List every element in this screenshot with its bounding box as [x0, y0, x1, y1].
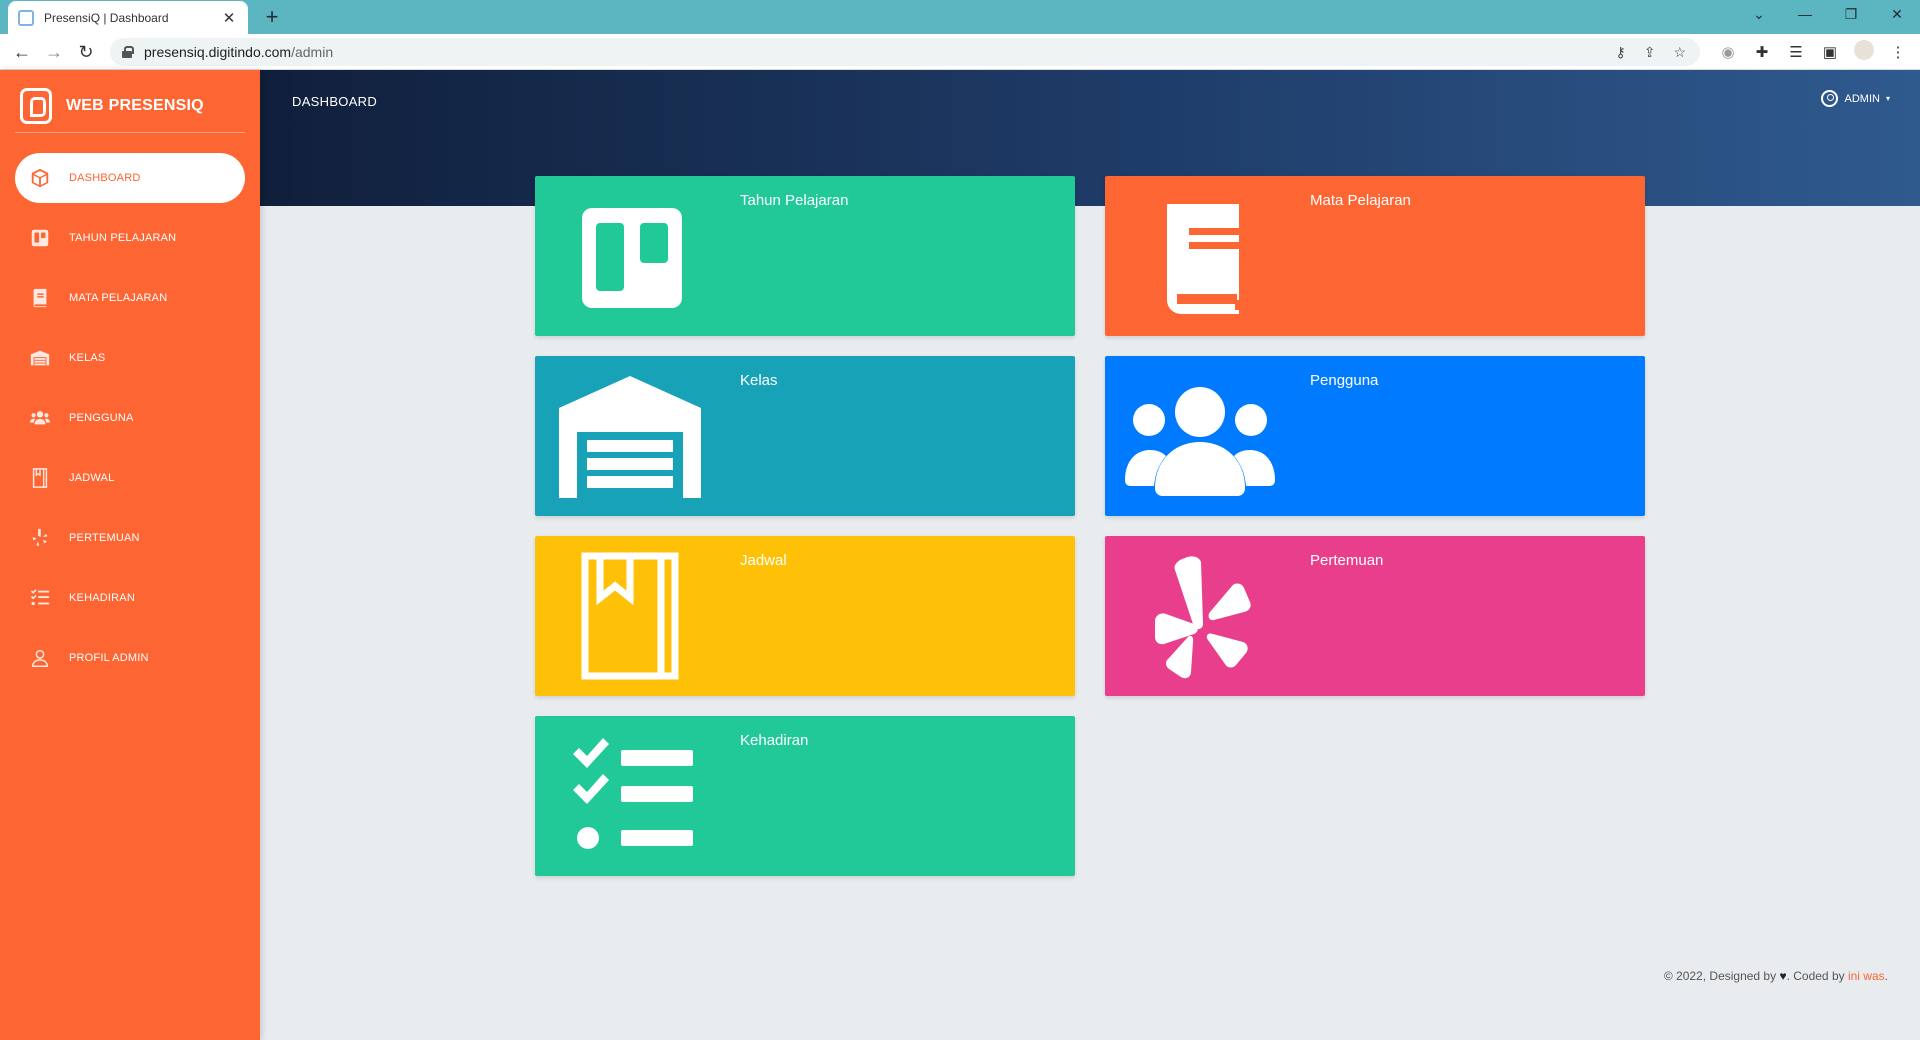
- sidebar-item-label: PERTEMUAN: [69, 532, 140, 544]
- user-menu[interactable]: ADMIN ▾: [1820, 90, 1890, 107]
- sidebar-item-label: PROFIL ADMIN: [69, 652, 149, 664]
- sidebar-item-mata-pelajaran[interactable]: MATA PELAJARAN: [15, 273, 245, 323]
- card-title: Kehadiran: [740, 732, 809, 749]
- card-pengguna[interactable]: Pengguna: [1105, 356, 1645, 516]
- tasks-icon: [555, 730, 705, 862]
- heart-icon: ♥: [1779, 969, 1787, 983]
- sidebar-item-profil-admin[interactable]: PROFIL ADMIN: [15, 633, 245, 683]
- sidebar-item-tahun-pelajaran[interactable]: TAHUN PELAJARAN: [15, 213, 245, 263]
- back-icon[interactable]: ←: [8, 38, 36, 66]
- extension-icons: ◉ ✚ ☰ ▣ ⋮: [1718, 38, 1908, 66]
- card-jadwal[interactable]: Jadwal: [535, 536, 1075, 696]
- footer-text: . Coded by: [1786, 969, 1845, 983]
- chevron-down-icon: ▾: [1885, 94, 1890, 103]
- trello-icon: [29, 227, 51, 249]
- cube-icon: [29, 167, 51, 189]
- browser-toolbar: ← → ↻ presensiq.digitindo.com/admin ⚷ ⇪ …: [0, 34, 1920, 70]
- card-title: Pengguna: [1310, 372, 1379, 389]
- tab-close-icon[interactable]: ✕: [220, 9, 238, 27]
- sidebar: WEB PRESENSIQ DASHBOARD TAHUN PELAJARAN …: [0, 70, 260, 1040]
- sidebar-item-kehadiran[interactable]: KEHADIRAN: [15, 573, 245, 623]
- brand-name: WEB PRESENSIQ: [66, 97, 204, 114]
- user-circle-icon: [1820, 90, 1838, 107]
- brand[interactable]: WEB PRESENSIQ: [20, 84, 204, 128]
- tasks-icon: [29, 587, 51, 609]
- sidebar-item-label: JADWAL: [69, 472, 115, 484]
- star-icon[interactable]: ☆: [1673, 44, 1686, 61]
- sidebar-item-pengguna[interactable]: PENGGUNA: [15, 393, 245, 443]
- users-icon: [1125, 370, 1275, 502]
- kebab-menu-icon[interactable]: ⋮: [1888, 43, 1908, 61]
- restore-button[interactable]: ❐: [1828, 0, 1874, 30]
- card-title: Jadwal: [740, 552, 787, 569]
- card-mata-pelajaran[interactable]: Mata Pelajaran: [1105, 176, 1645, 336]
- new-tab-button[interactable]: +: [258, 3, 286, 31]
- footer-text: © 2022, Designed by: [1663, 969, 1777, 983]
- trello-icon: [555, 190, 705, 322]
- card-title: Tahun Pelajaran: [740, 192, 849, 209]
- bookmark-book-icon: [555, 550, 705, 682]
- forward-icon[interactable]: →: [40, 38, 68, 66]
- sidebar-item-dashboard[interactable]: DASHBOARD: [15, 153, 245, 203]
- card-pertemuan[interactable]: Pertemuan: [1105, 536, 1645, 696]
- bookmark-book-icon: [29, 467, 51, 489]
- logo-icon: [20, 88, 52, 124]
- sidebar-item-jadwal[interactable]: JADWAL: [15, 453, 245, 503]
- sidebar-item-label: TAHUN PELAJARAN: [69, 232, 177, 244]
- url-host: presensiq.digitindo.com: [144, 44, 292, 60]
- user-name: ADMIN: [1844, 92, 1880, 105]
- sidebar-item-kelas[interactable]: KELAS: [15, 333, 245, 383]
- footer: © 2022, Designed by ♥. Coded by ini was.: [1664, 969, 1888, 983]
- sidebar-item-label: DASHBOARD: [69, 172, 141, 184]
- card-tahun-pelajaran[interactable]: Tahun Pelajaran: [535, 176, 1075, 336]
- warehouse-icon: [29, 347, 51, 369]
- users-icon: [29, 407, 51, 429]
- warehouse-icon: [555, 370, 705, 502]
- address-bar[interactable]: presensiq.digitindo.com/admin ⚷ ⇪ ☆: [110, 38, 1700, 66]
- user-icon: [29, 647, 51, 669]
- card-kelas[interactable]: Kelas: [535, 356, 1075, 516]
- card-title: Mata Pelajaran: [1310, 192, 1411, 209]
- tab-search-icon[interactable]: ⌄: [1736, 0, 1782, 30]
- card-title: Pertemuan: [1310, 552, 1384, 569]
- sidebar-item-label: MATA PELAJARAN: [69, 292, 168, 304]
- lock-icon[interactable]: [122, 46, 134, 58]
- yelp-icon: [29, 527, 51, 549]
- sidebar-item-label: KELAS: [69, 352, 106, 364]
- sidebar-item-label: KEHADIRAN: [69, 592, 135, 604]
- media-icon[interactable]: ☰: [1786, 43, 1806, 61]
- yelp-icon: [1125, 550, 1275, 682]
- footer-text: .: [1884, 969, 1888, 983]
- sidebar-nav: DASHBOARD TAHUN PELAJARAN MATA PELAJARAN…: [15, 153, 245, 693]
- sidebar-item-pertemuan[interactable]: PERTEMUAN: [15, 513, 245, 563]
- reload-icon[interactable]: ↻: [72, 38, 100, 66]
- close-window-button[interactable]: ✕: [1874, 0, 1920, 30]
- minimize-button[interactable]: —: [1782, 0, 1828, 30]
- puzzle-icon[interactable]: ✚: [1752, 43, 1772, 61]
- card-title: Kelas: [740, 372, 778, 389]
- page-title: DASHBOARD: [292, 94, 378, 109]
- top-header: DASHBOARD ADMIN ▾: [260, 70, 1920, 206]
- avatar[interactable]: [1854, 40, 1874, 64]
- share-icon[interactable]: ⇪: [1644, 44, 1656, 61]
- card-kehadiran[interactable]: Kehadiran: [535, 716, 1075, 876]
- side-panel-icon[interactable]: ▣: [1820, 43, 1840, 61]
- tab-title: PresensiQ | Dashboard: [44, 10, 169, 25]
- url-path: /admin: [291, 44, 334, 60]
- extension-icon[interactable]: ◉: [1718, 43, 1738, 61]
- book-icon: [29, 287, 51, 309]
- sidebar-item-label: PENGGUNA: [69, 412, 134, 424]
- coder-link[interactable]: ini was: [1848, 969, 1885, 983]
- key-icon[interactable]: ⚷: [1615, 44, 1625, 61]
- favicon-icon: [18, 9, 34, 26]
- divider: [15, 132, 245, 133]
- browser-tab-bar: PresensiQ | Dashboard ✕ + ⌄ — ❐ ✕: [0, 0, 1920, 34]
- omnibox-actions: ⚷ ⇪ ☆: [1615, 38, 1686, 66]
- window-controls: ⌄ — ❐ ✕: [1736, 0, 1920, 30]
- book-icon: [1125, 190, 1275, 322]
- browser-tab[interactable]: PresensiQ | Dashboard ✕: [8, 1, 248, 34]
